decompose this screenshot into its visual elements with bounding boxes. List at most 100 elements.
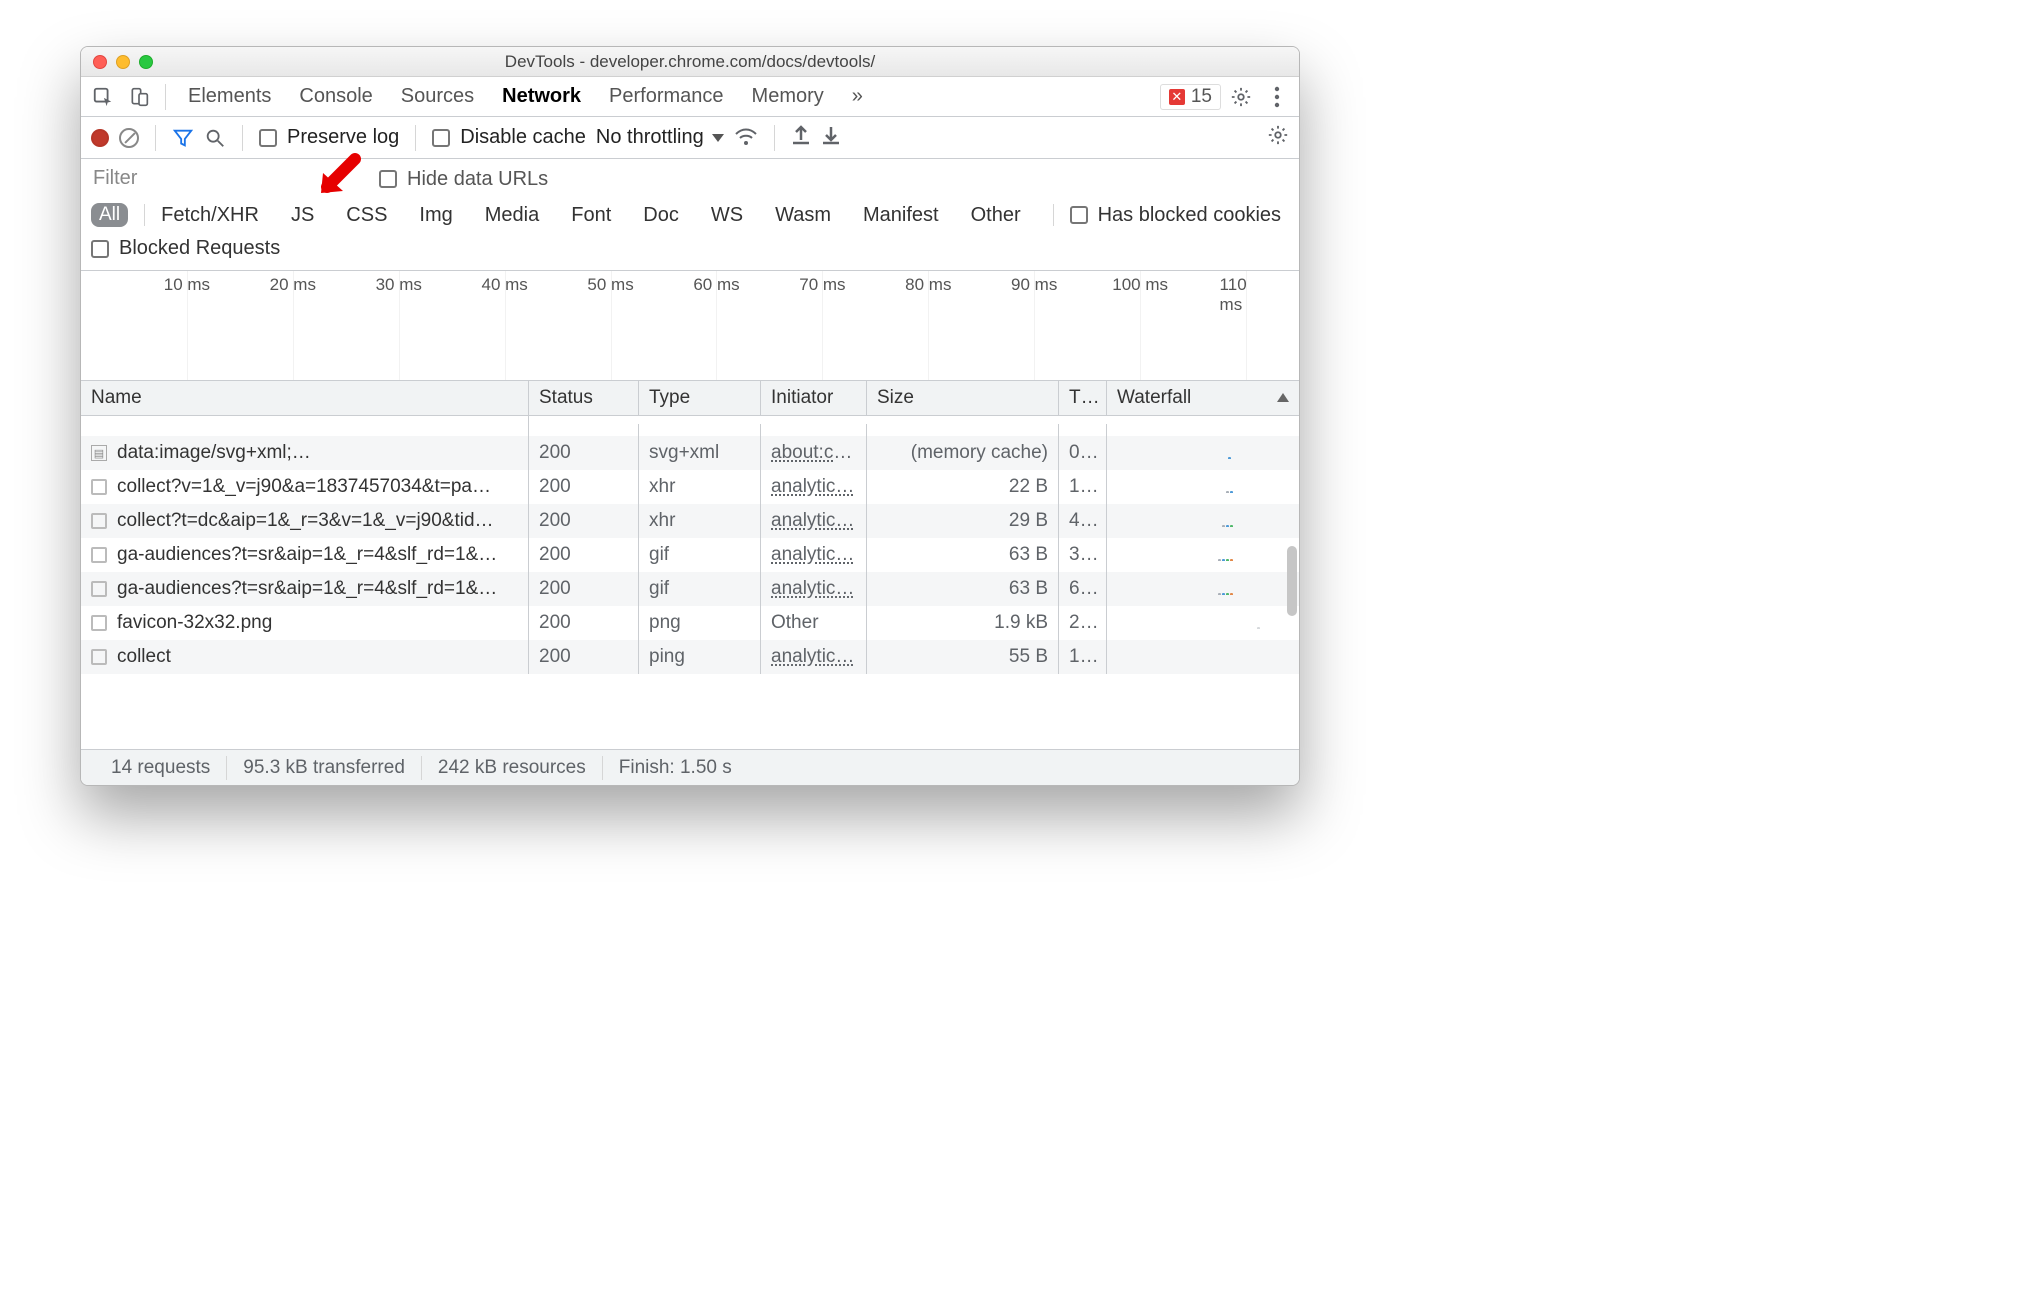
- error-count-badge[interactable]: ✕ 15: [1160, 84, 1221, 110]
- timeline-tick: 10 ms: [164, 275, 210, 295]
- timeline-tick: 40 ms: [481, 275, 527, 295]
- timeline-tick: 90 ms: [1011, 275, 1057, 295]
- col-status[interactable]: Status: [529, 381, 639, 415]
- table-row[interactable]: ga-audiences?t=sr&aip=1&_r=4&slf_rd=1&…2…: [81, 572, 1299, 606]
- type-filter-manifest[interactable]: Manifest: [863, 204, 939, 227]
- timeline-tick: 30 ms: [376, 275, 422, 295]
- vertical-scrollbar[interactable]: [1287, 546, 1297, 616]
- traffic-lights: [93, 55, 153, 69]
- type-filter-media[interactable]: Media: [485, 204, 539, 227]
- tab-performance[interactable]: Performance: [597, 81, 736, 112]
- export-har-icon[interactable]: [821, 124, 841, 152]
- table-row[interactable]: favicon-32x32.png200pngOther1.9 kB2…: [81, 606, 1299, 640]
- table-row[interactable]: collect?t=dc&aip=1&_r=3&v=1&_v=j90&tid…2…: [81, 504, 1299, 538]
- close-icon[interactable]: [93, 55, 107, 69]
- devtools-window: DevTools - developer.chrome.com/docs/dev…: [80, 46, 1300, 786]
- initiator-link[interactable]: about:cl…: [771, 442, 857, 463]
- type-filter-other[interactable]: Other: [971, 204, 1021, 227]
- tab-network[interactable]: Network: [490, 81, 593, 112]
- col-name[interactable]: Name: [81, 381, 529, 415]
- request-name: collect: [117, 646, 171, 668]
- request-name: favicon-32x32.png: [117, 612, 272, 634]
- type-filter-js[interactable]: JS: [291, 204, 314, 227]
- timeline-tick: 50 ms: [587, 275, 633, 295]
- timeline-tick: 20 ms: [270, 275, 316, 295]
- type-filter-bar: All Fetch/XHRJSCSSImgMediaFontDocWSWasmM…: [81, 199, 1299, 233]
- annotation-arrow-icon: [313, 153, 363, 209]
- table-row[interactable]: ▤data:image/svg+xml;…200svg+xmlabout:cl……: [81, 436, 1299, 470]
- import-har-icon[interactable]: [791, 124, 811, 152]
- type-filter-font[interactable]: Font: [571, 204, 611, 227]
- col-size[interactable]: Size: [867, 381, 1059, 415]
- col-initiator[interactable]: Initiator: [761, 381, 867, 415]
- titlebar: DevTools - developer.chrome.com/docs/dev…: [81, 47, 1299, 77]
- record-button[interactable]: [91, 129, 109, 147]
- tab-elements[interactable]: Elements: [176, 81, 283, 112]
- request-name: data:image/svg+xml;…: [117, 442, 311, 464]
- timeline-tick: 70 ms: [799, 275, 845, 295]
- device-toolbar-icon[interactable]: [123, 83, 155, 111]
- network-settings-gear-icon[interactable]: [1267, 124, 1289, 152]
- waterfall-bar: [1228, 457, 1231, 459]
- initiator-link: Other: [771, 612, 819, 633]
- disable-cache-checkbox[interactable]: Disable cache: [432, 126, 586, 149]
- type-filter-img[interactable]: Img: [419, 204, 452, 227]
- throttling-select[interactable]: No throttling: [596, 126, 724, 149]
- panel-tabs: ElementsConsoleSourcesNetworkPerformance…: [81, 77, 1299, 117]
- initiator-link[interactable]: analytic…: [771, 578, 854, 599]
- zoom-icon[interactable]: [139, 55, 153, 69]
- tab-memory[interactable]: Memory: [740, 81, 836, 112]
- initiator-link[interactable]: analytic…: [771, 646, 854, 667]
- type-filter-doc[interactable]: Doc: [643, 204, 679, 227]
- table-row[interactable]: collect200pinganalytic…55 B1…: [81, 640, 1299, 674]
- file-icon: [91, 547, 107, 563]
- filter-bar: Hide data URLs: [81, 159, 1299, 199]
- status-bar: 14 requests 95.3 kB transferred 242 kB r…: [81, 749, 1299, 785]
- col-waterfall[interactable]: Waterfall: [1107, 381, 1299, 415]
- error-count: 15: [1191, 86, 1212, 108]
- status-resources: 242 kB resources: [422, 757, 602, 779]
- error-icon: ✕: [1169, 89, 1185, 105]
- timeline-overview[interactable]: 10 ms20 ms30 ms40 ms50 ms60 ms70 ms80 ms…: [81, 271, 1299, 381]
- status-requests: 14 requests: [95, 757, 226, 779]
- clear-icon[interactable]: [119, 128, 139, 148]
- timeline-tick: 110 ms: [1220, 275, 1273, 315]
- initiator-link[interactable]: analytic…: [771, 544, 854, 565]
- preserve-log-checkbox[interactable]: Preserve log: [259, 126, 399, 149]
- type-filter-fetchxhr[interactable]: Fetch/XHR: [161, 204, 259, 227]
- status-finish: Finish: 1.50 s: [603, 757, 748, 779]
- table-row[interactable]: [81, 416, 1299, 436]
- type-filter-ws[interactable]: WS: [711, 204, 743, 227]
- window-title: DevTools - developer.chrome.com/docs/dev…: [505, 52, 875, 72]
- inspect-element-icon[interactable]: [87, 83, 119, 111]
- tab-sources[interactable]: Sources: [389, 81, 486, 112]
- more-menu-icon[interactable]: [1261, 83, 1293, 111]
- tab-console[interactable]: Console: [287, 81, 384, 112]
- blocked-requests-checkbox[interactable]: Blocked Requests: [91, 237, 280, 260]
- type-filter-wasm[interactable]: Wasm: [775, 204, 831, 227]
- table-header: Name Status Type Initiator Size T… Water…: [81, 381, 1299, 416]
- minimize-icon[interactable]: [116, 55, 130, 69]
- sort-asc-icon: [1277, 393, 1289, 402]
- waterfall-bar: [1257, 627, 1260, 629]
- filter-toggle-icon[interactable]: [172, 127, 194, 149]
- table-row[interactable]: collect?v=1&_v=j90&a=1837457034&t=pa…200…: [81, 470, 1299, 504]
- file-icon: [91, 581, 107, 597]
- initiator-link[interactable]: analytic…: [771, 476, 854, 497]
- request-name: ga-audiences?t=sr&aip=1&_r=4&slf_rd=1&…: [117, 578, 497, 600]
- search-icon[interactable]: [204, 127, 226, 149]
- col-type[interactable]: Type: [639, 381, 761, 415]
- col-time[interactable]: T…: [1059, 381, 1107, 415]
- has-blocked-cookies-checkbox[interactable]: Has blocked cookies: [1070, 204, 1281, 227]
- network-conditions-icon[interactable]: [734, 128, 758, 148]
- timeline-tick: 60 ms: [693, 275, 739, 295]
- chevron-down-icon: [712, 134, 724, 142]
- table-row[interactable]: ga-audiences?t=sr&aip=1&_r=4&slf_rd=1&…2…: [81, 538, 1299, 572]
- tabs-overflow-icon[interactable]: »: [840, 81, 875, 112]
- settings-gear-icon[interactable]: [1225, 83, 1257, 111]
- type-filter-all[interactable]: All: [91, 203, 128, 227]
- file-icon: [91, 479, 107, 495]
- hide-data-urls-checkbox[interactable]: Hide data URLs: [379, 168, 548, 191]
- status-transferred: 95.3 kB transferred: [227, 757, 421, 779]
- initiator-link[interactable]: analytic…: [771, 510, 854, 531]
